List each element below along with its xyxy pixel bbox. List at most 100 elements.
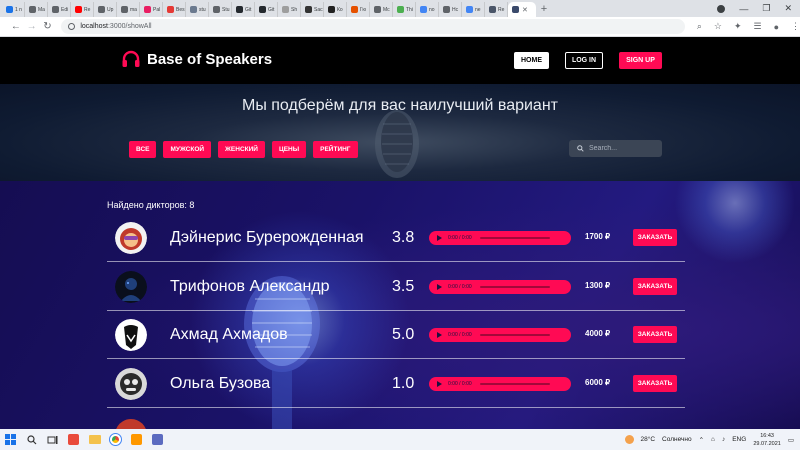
browser-tab[interactable]: Re [71, 2, 94, 17]
record-icon[interactable] [717, 4, 726, 13]
browser-tab[interactable]: Ко [324, 2, 347, 17]
browser-tab[interactable]: Ma [25, 2, 48, 17]
weather-sun-icon [624, 435, 634, 444]
speaker-price: 4000 ₽ [585, 329, 611, 338]
play-icon[interactable] [437, 284, 442, 290]
close-window-icon[interactable]: ✕ [784, 3, 792, 14]
search-icon[interactable] [21, 429, 42, 450]
filter-rating[interactable]: РЕЙТИНГ [313, 141, 358, 158]
tab-label: Ко [337, 6, 343, 13]
browser-tab[interactable]: Гю [347, 2, 370, 17]
app-icon[interactable] [63, 429, 84, 450]
tab-favicon-icon [144, 6, 151, 13]
avatar[interactable] [115, 222, 147, 254]
home-button[interactable]: HOME [514, 52, 549, 69]
browser-tab[interactable]: Thi [393, 2, 416, 17]
order-button[interactable]: ЗАКАЗАТЬ [633, 326, 677, 343]
notifications-icon[interactable]: ▭ [788, 436, 794, 444]
audio-progress[interactable] [479, 237, 550, 239]
filter-all[interactable]: ВСЕ [129, 141, 157, 158]
task-view-icon[interactable] [42, 429, 63, 450]
browser-tab[interactable]: Bes [163, 2, 186, 17]
browser-tab[interactable]: Up [94, 2, 117, 17]
play-icon[interactable] [437, 235, 442, 241]
order-button[interactable]: ЗАКАЗАТЬ [633, 278, 677, 295]
audio-player[interactable]: 0:00 / 0:00 [429, 231, 571, 245]
file-explorer-icon[interactable] [84, 429, 105, 450]
play-icon[interactable] [437, 381, 442, 387]
avatar[interactable] [115, 271, 147, 303]
login-button[interactable]: LOG IN [565, 52, 603, 69]
avatar[interactable] [115, 319, 147, 351]
audio-progress[interactable] [479, 383, 550, 385]
extensions-icon[interactable]: ✦ [734, 21, 742, 32]
order-button[interactable]: ЗАКАЗАТЬ [633, 375, 677, 392]
bookmark-star-icon[interactable]: ☆ [714, 21, 722, 32]
audio-progress[interactable] [479, 334, 550, 336]
avatar[interactable] [115, 368, 147, 400]
page-icon [512, 6, 519, 13]
maximize-icon[interactable]: ❐ [762, 3, 770, 14]
browser-tab[interactable]: Mc [370, 2, 393, 17]
audio-player[interactable]: 0:00 / 0:00 [429, 328, 571, 342]
browser-tab[interactable]: Git [255, 2, 278, 17]
back-icon[interactable]: ← [8, 21, 24, 32]
speaker-name: Ахмад Ахмадов [170, 326, 288, 343]
audio-progress[interactable] [479, 286, 550, 288]
filter-female[interactable]: ЖЕНСКИЙ [218, 141, 265, 158]
filter-price[interactable]: ЦЕНЫ [271, 141, 307, 158]
tab-favicon-icon [75, 6, 82, 13]
browser-tab[interactable]: ne [462, 2, 485, 17]
url-text[interactable]: localhost:3000/showAll [80, 23, 151, 30]
play-icon[interactable] [437, 332, 442, 338]
weather-text[interactable]: Солнечно [662, 436, 692, 443]
sublime-icon[interactable] [126, 429, 147, 450]
reading-list-icon[interactable]: ☰ [753, 21, 761, 32]
clock[interactable]: 16:43 29.07.2021 [753, 432, 781, 448]
site-logo[interactable]: Base of Speakers [121, 49, 272, 69]
reload-icon[interactable]: ↻ [40, 21, 56, 32]
profile-icon[interactable]: ● [774, 22, 779, 32]
filter-male[interactable]: МУЖСКОЙ [163, 141, 212, 158]
audio-player[interactable]: 0:00 / 0:00 [429, 377, 571, 391]
new-tab-button[interactable]: + [536, 2, 552, 17]
temperature[interactable]: 28°C [641, 436, 656, 443]
info-icon[interactable] [68, 23, 76, 30]
close-tab-icon[interactable]: ✕ [522, 6, 528, 14]
minimize-icon[interactable]: — [739, 4, 748, 14]
chrome-icon[interactable] [105, 429, 126, 450]
signup-button[interactable]: SIGN UP [619, 52, 662, 69]
zoom-icon[interactable]: ⌕ [697, 21, 702, 32]
search-input[interactable] [589, 145, 657, 152]
tab-favicon-icon [6, 6, 13, 13]
browser-tab[interactable]: 1 n [2, 2, 25, 17]
network-icon[interactable]: ⌂ [711, 436, 715, 443]
forward-icon[interactable]: → [24, 21, 40, 32]
language-indicator[interactable]: ENG [732, 436, 746, 443]
browser-tab[interactable]: no [416, 2, 439, 17]
search-box[interactable] [569, 140, 662, 157]
tab-active[interactable]: ✕ [508, 2, 536, 17]
tab-favicon-icon [236, 6, 243, 13]
browser-tab[interactable]: stu [186, 2, 209, 17]
url-field[interactable]: localhost:3000/showAll [61, 19, 685, 34]
browser-tab[interactable]: ma [117, 2, 140, 17]
tab-label: Ma [38, 6, 45, 13]
browser-tab[interactable]: Edi [48, 2, 71, 17]
browser-tab[interactable]: Stu [209, 2, 232, 17]
chevron-up-icon[interactable]: ⌃ [699, 436, 704, 444]
app-icon[interactable] [147, 429, 168, 450]
browser-tab[interactable]: Sh [278, 2, 301, 17]
browser-tab[interactable]: Sac [301, 2, 324, 17]
audio-player[interactable]: 0:00 / 0:00 [429, 280, 571, 294]
browser-tab[interactable]: Git [232, 2, 255, 17]
browser-tab[interactable]: Pal [140, 2, 163, 17]
audio-time: 0:00 / 0:00 [448, 284, 472, 290]
order-button[interactable]: ЗАКАЗАТЬ [633, 229, 677, 246]
tab-favicon-icon [420, 6, 427, 13]
browser-tab[interactable]: Hc [439, 2, 462, 17]
windows-start-icon[interactable] [0, 429, 21, 450]
volume-icon[interactable]: ♪ [722, 436, 725, 443]
menu-icon[interactable]: ⋮ [791, 21, 800, 32]
browser-tab[interactable]: Re [485, 2, 508, 17]
